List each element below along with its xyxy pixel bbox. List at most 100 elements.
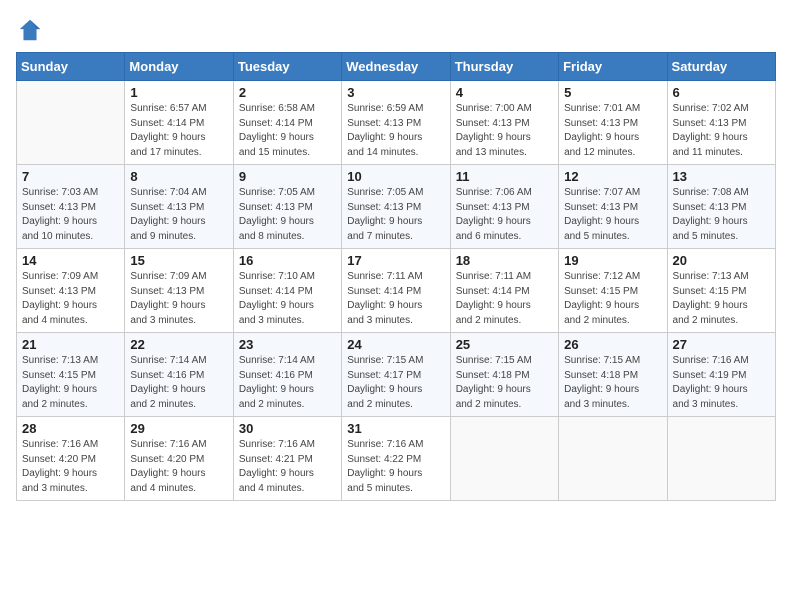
day-number: 24 — [347, 337, 444, 352]
day-number: 25 — [456, 337, 553, 352]
day-cell: 20 Sunrise: 7:13 AM Sunset: 4:15 PM Dayli… — [667, 249, 775, 333]
day-info: Sunrise: 7:04 AM Sunset: 4:13 PM Dayligh… — [130, 186, 227, 244]
day-info: Sunrise: 7:15 AM Sunset: 4:17 PM Dayligh… — [347, 354, 444, 412]
col-thursday: Thursday — [450, 53, 558, 81]
day-cell: 28 Sunrise: 7:16 AM Sunset: 4:20 PM Dayli… — [17, 417, 125, 501]
day-info: Sunrise: 7:00 AM Sunset: 4:13 PM Dayligh… — [456, 102, 553, 160]
day-number: 2 — [239, 85, 336, 100]
day-number: 22 — [130, 337, 227, 352]
day-cell: 25 Sunrise: 7:15 AM Sunset: 4:18 PM Dayli… — [450, 333, 558, 417]
day-number: 16 — [239, 253, 336, 268]
day-info: Sunrise: 7:14 AM Sunset: 4:16 PM Dayligh… — [239, 354, 336, 412]
week-row-4: 21 Sunrise: 7:13 AM Sunset: 4:15 PM Dayli… — [17, 333, 776, 417]
day-number: 3 — [347, 85, 444, 100]
day-cell: 10 Sunrise: 7:05 AM Sunset: 4:13 PM Dayli… — [342, 165, 450, 249]
calendar-table: Sunday Monday Tuesday Wednesday Thursday… — [16, 52, 776, 501]
calendar-header: Sunday Monday Tuesday Wednesday Thursday… — [17, 53, 776, 81]
day-cell: 4 Sunrise: 7:00 AM Sunset: 4:13 PM Daylig… — [450, 81, 558, 165]
day-cell — [667, 417, 775, 501]
day-info: Sunrise: 7:16 AM Sunset: 4:20 PM Dayligh… — [22, 438, 119, 496]
day-cell: 30Sunrise: 7:16 AM Sunset: 4:21 PM Dayli… — [233, 417, 341, 501]
day-cell: 18 Sunrise: 7:11 AM Sunset: 4:14 PM Dayli… — [450, 249, 558, 333]
day-cell: 15Sunrise: 7:09 AM Sunset: 4:13 PM Dayli… — [125, 249, 233, 333]
day-cell: 19 Sunrise: 7:12 AM Sunset: 4:15 PM Dayli… — [559, 249, 667, 333]
day-info: Sunrise: 7:16 AM Sunset: 4:19 PM Dayligh… — [673, 354, 770, 412]
day-number: 20 — [673, 253, 770, 268]
day-cell: 5 Sunrise: 7:01 AM Sunset: 4:13 PM Daylig… — [559, 81, 667, 165]
day-cell: 2 Sunrise: 6:58 AM Sunset: 4:14 PM Daylig… — [233, 81, 341, 165]
day-number: 23 — [239, 337, 336, 352]
day-number: 27 — [673, 337, 770, 352]
day-number: 1 — [130, 85, 227, 100]
day-cell: 27 Sunrise: 7:16 AM Sunset: 4:19 PM Dayli… — [667, 333, 775, 417]
day-cell: 31 Sunrise: 7:16 AM Sunset: 4:22 PM Dayli… — [342, 417, 450, 501]
day-cell: 22 Sunrise: 7:14 AM Sunset: 4:16 PM Dayli… — [125, 333, 233, 417]
day-number: 4 — [456, 85, 553, 100]
day-cell: 8 Sunrise: 7:04 AM Sunset: 4:13 PM Daylig… — [125, 165, 233, 249]
page-header — [16, 16, 776, 44]
day-cell: 17Sunrise: 7:11 AM Sunset: 4:14 PM Dayli… — [342, 249, 450, 333]
day-cell — [450, 417, 558, 501]
day-cell: 3 Sunrise: 6:59 AM Sunset: 4:13 PM Daylig… — [342, 81, 450, 165]
day-number: 13 — [673, 169, 770, 184]
day-cell: 6 Sunrise: 7:02 AM Sunset: 4:13 PM Daylig… — [667, 81, 775, 165]
logo-icon — [16, 16, 44, 44]
day-number: 11 — [456, 169, 553, 184]
day-info: Sunrise: 7:12 AM Sunset: 4:15 PM Dayligh… — [564, 270, 661, 328]
day-info: Sunrise: 7:16 AM Sunset: 4:22 PM Dayligh… — [347, 438, 444, 496]
day-number: 18 — [456, 253, 553, 268]
day-info: Sunrise: 6:59 AM Sunset: 4:13 PM Dayligh… — [347, 102, 444, 160]
day-info: Sunrise: 7:13 AM Sunset: 4:15 PM Dayligh… — [22, 354, 119, 412]
day-number: 12 — [564, 169, 661, 184]
day-number: 19 — [564, 253, 661, 268]
day-cell: 12Sunrise: 7:07 AM Sunset: 4:13 PM Dayli… — [559, 165, 667, 249]
day-number: 14 — [22, 253, 119, 268]
day-number: 29 — [130, 421, 227, 436]
col-tuesday: Tuesday — [233, 53, 341, 81]
col-sunday: Sunday — [17, 53, 125, 81]
day-cell: 9Sunrise: 7:05 AM Sunset: 4:13 PM Daylig… — [233, 165, 341, 249]
day-info: Sunrise: 6:57 AM Sunset: 4:14 PM Dayligh… — [130, 102, 227, 160]
day-number: 10 — [347, 169, 444, 184]
week-row-1: 1 Sunrise: 6:57 AM Sunset: 4:14 PM Daylig… — [17, 81, 776, 165]
day-info: Sunrise: 7:03 AM Sunset: 4:13 PM Dayligh… — [22, 186, 119, 244]
day-info: Sunrise: 7:10 AM Sunset: 4:14 PM Dayligh… — [239, 270, 336, 328]
day-number: 6 — [673, 85, 770, 100]
day-cell: 14Sunrise: 7:09 AM Sunset: 4:13 PM Dayli… — [17, 249, 125, 333]
col-wednesday: Wednesday — [342, 53, 450, 81]
day-info: Sunrise: 7:15 AM Sunset: 4:18 PM Dayligh… — [564, 354, 661, 412]
day-cell: 16 Sunrise: 7:10 AM Sunset: 4:14 PM Dayli… — [233, 249, 341, 333]
day-cell: 21 Sunrise: 7:13 AM Sunset: 4:15 PM Dayli… — [17, 333, 125, 417]
day-info: Sunrise: 7:05 AM Sunset: 4:13 PM Dayligh… — [347, 186, 444, 244]
week-row-5: 28 Sunrise: 7:16 AM Sunset: 4:20 PM Dayli… — [17, 417, 776, 501]
day-info: Sunrise: 7:02 AM Sunset: 4:13 PM Dayligh… — [673, 102, 770, 160]
day-info: Sunrise: 7:16 AM Sunset: 4:21 PM Dayligh… — [239, 438, 336, 496]
day-number: 31 — [347, 421, 444, 436]
day-info: Sunrise: 7:01 AM Sunset: 4:13 PM Dayligh… — [564, 102, 661, 160]
day-number: 8 — [130, 169, 227, 184]
header-row: Sunday Monday Tuesday Wednesday Thursday… — [17, 53, 776, 81]
calendar-body: 1 Sunrise: 6:57 AM Sunset: 4:14 PM Daylig… — [17, 81, 776, 501]
day-info: Sunrise: 7:13 AM Sunset: 4:15 PM Dayligh… — [673, 270, 770, 328]
day-number: 17 — [347, 253, 444, 268]
day-number: 21 — [22, 337, 119, 352]
day-cell — [17, 81, 125, 165]
week-row-2: 7 Sunrise: 7:03 AM Sunset: 4:13 PM Daylig… — [17, 165, 776, 249]
day-info: Sunrise: 7:11 AM Sunset: 4:14 PM Dayligh… — [456, 270, 553, 328]
day-cell: 23 Sunrise: 7:14 AM Sunset: 4:16 PM Dayli… — [233, 333, 341, 417]
day-number: 28 — [22, 421, 119, 436]
day-number: 7 — [22, 169, 119, 184]
day-cell: 24 Sunrise: 7:15 AM Sunset: 4:17 PM Dayli… — [342, 333, 450, 417]
day-cell: 13Sunrise: 7:08 AM Sunset: 4:13 PM Dayli… — [667, 165, 775, 249]
day-info: Sunrise: 7:15 AM Sunset: 4:18 PM Dayligh… — [456, 354, 553, 412]
day-info: Sunrise: 7:16 AM Sunset: 4:20 PM Dayligh… — [130, 438, 227, 496]
day-cell: 11 Sunrise: 7:06 AM Sunset: 4:13 PM Dayli… — [450, 165, 558, 249]
day-number: 26 — [564, 337, 661, 352]
col-monday: Monday — [125, 53, 233, 81]
day-info: Sunrise: 7:06 AM Sunset: 4:13 PM Dayligh… — [456, 186, 553, 244]
day-info: Sunrise: 6:58 AM Sunset: 4:14 PM Dayligh… — [239, 102, 336, 160]
day-info: Sunrise: 7:14 AM Sunset: 4:16 PM Dayligh… — [130, 354, 227, 412]
day-cell: 29 Sunrise: 7:16 AM Sunset: 4:20 PM Dayli… — [125, 417, 233, 501]
day-cell — [559, 417, 667, 501]
day-number: 5 — [564, 85, 661, 100]
